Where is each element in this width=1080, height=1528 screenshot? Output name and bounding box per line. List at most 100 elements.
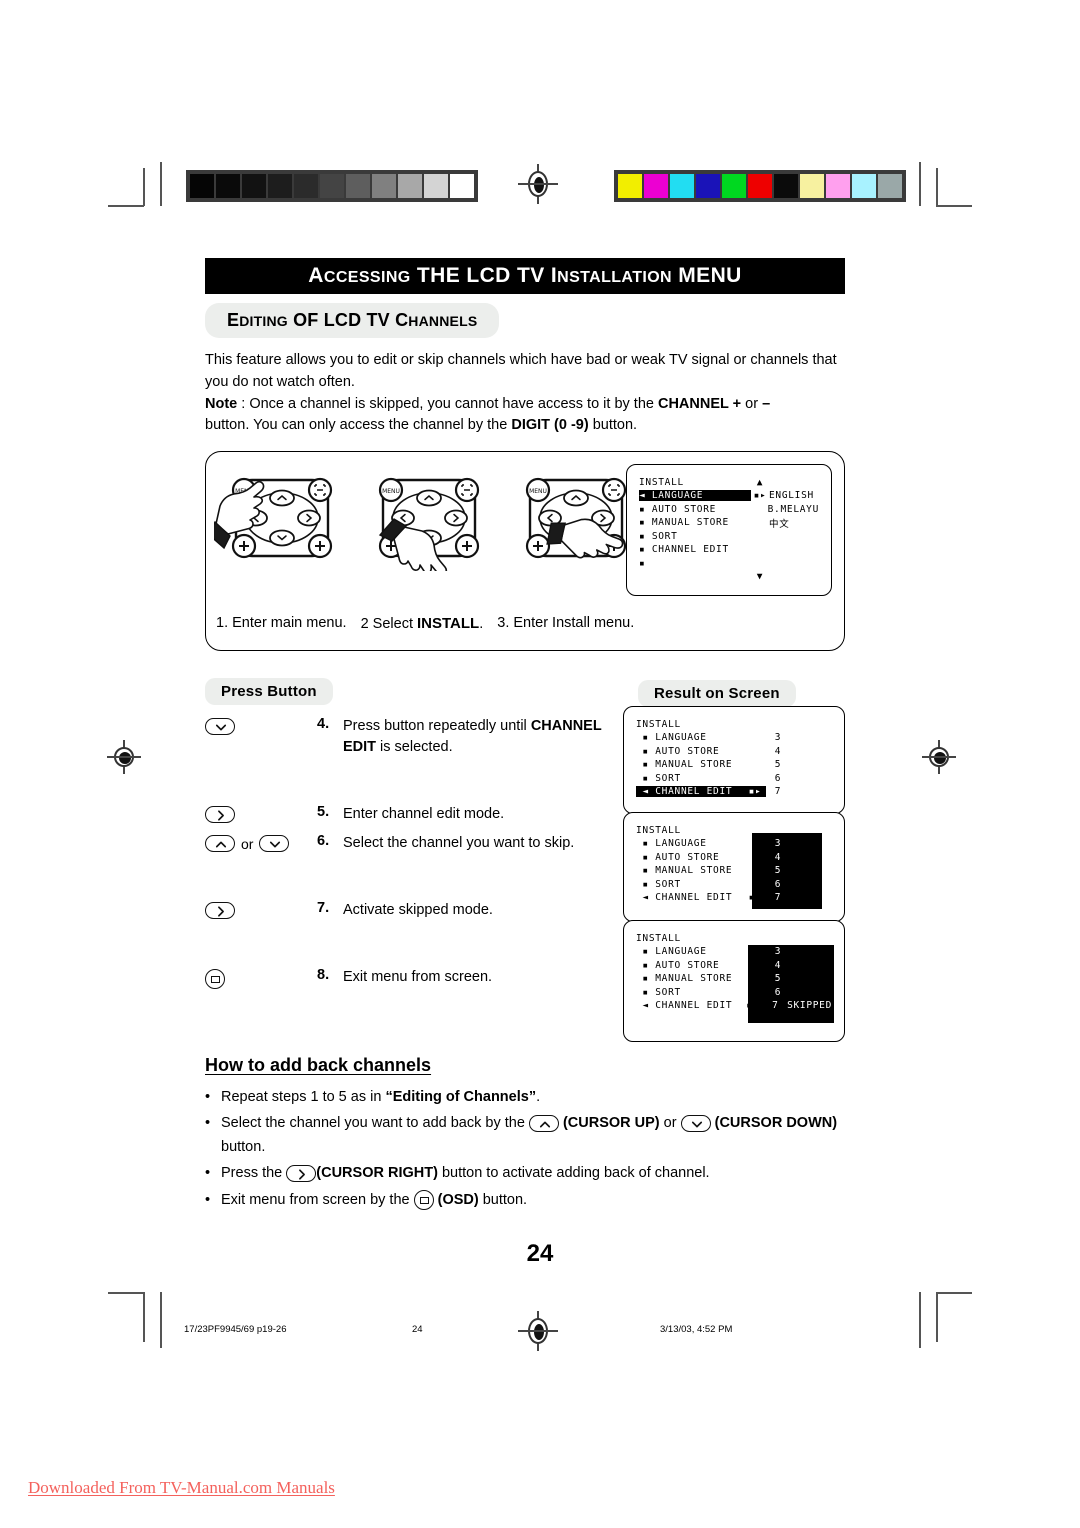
section-heading-text: EDITING OF LCD TV CHANNELS: [227, 310, 478, 330]
chevron-up-icon[interactable]: [205, 835, 235, 853]
osd-row-number: 7: [772, 1000, 779, 1012]
osd-row[interactable]: ◄ CHANNEL EDIT ▪▸ 7 SKIPPED: [636, 999, 832, 1013]
osd-row[interactable]: ▪ MANUAL STORE 5: [636, 972, 832, 986]
osd-row[interactable]: ▪ SORT 6: [636, 878, 832, 892]
add-back-bullet: • Select the channel you want to add back…: [205, 1112, 845, 1159]
osd-row[interactable]: ▪ AUTO STORE B.MELAYU: [639, 503, 819, 517]
caption-step-3: 3. Enter Install menu.: [497, 615, 635, 631]
result-on-screen-header-text: Result on Screen: [654, 685, 780, 702]
add-back-section: How to add back channels • Repeat steps 1…: [205, 1055, 845, 1215]
color-swatch: [644, 174, 668, 198]
osd-row[interactable]: ▪ MANUAL STORE 5: [636, 864, 832, 878]
osd-row[interactable]: ▪ MANUAL STORE 中文: [639, 516, 819, 530]
osd-row[interactable]: ▪ AUTO STORE 4: [636, 851, 832, 865]
osd-row-marker: ▪: [642, 946, 649, 958]
osd-row[interactable]: ▪ LANGUAGE 3: [636, 837, 832, 851]
page-title: ACCESSING THE LCD TV INSTALLATION MENU: [205, 258, 845, 294]
step-item: or 6. Select the channel you want to skip.: [205, 833, 625, 854]
grayscale-swatch: [450, 174, 474, 198]
osd-row[interactable]: ▪ MANUAL STORE 5: [636, 758, 832, 772]
step-item: 5. Enter channel edit mode.: [205, 804, 625, 825]
osd-row-label: ▪ AUTO STORE: [642, 745, 720, 757]
add-back-heading: How to add back channels: [205, 1055, 432, 1075]
press-button-header-text: Press Button: [221, 683, 317, 700]
color-swatch: [696, 174, 720, 198]
chevron-right-icon[interactable]: [286, 1165, 317, 1183]
osd-row[interactable]: ▪ SORT: [639, 530, 819, 544]
osd-row-marker: ▪: [642, 745, 649, 757]
bullet-text: button to activate adding back of channe…: [437, 1165, 710, 1182]
osd-row-arrows: ▪▸: [744, 786, 766, 798]
crop-mark-tr2-v: [919, 162, 921, 206]
osd-row-value: B.MELAYU: [767, 503, 819, 515]
bullet-marker: •: [205, 1115, 211, 1132]
bullet-marker: •: [205, 1089, 211, 1105]
osd-row[interactable]: ◄ LANGUAGE ▪▸ ENGLISH: [639, 489, 819, 503]
osd-row-marker: ◄: [642, 1000, 649, 1012]
caption-step-2-post: .: [479, 616, 484, 632]
intro-paragraph: This feature allows you to edit or skip …: [205, 352, 837, 390]
osd-row-suffix: SKIPPED: [787, 1000, 832, 1012]
osd-icon[interactable]: [413, 1190, 434, 1211]
add-back-bullet: • Exit menu from screen by the (OSD) butt…: [205, 1189, 845, 1212]
osd-row-label: ▪ LANGUAGE: [642, 838, 707, 850]
osd-row[interactable]: ◄ CHANNEL EDIT ▪▸ 7: [636, 891, 832, 905]
chevron-down-icon[interactable]: [259, 835, 290, 853]
caption-step-1: 1. Enter main menu.: [216, 615, 347, 631]
bullet-text: Exit menu from screen by the: [221, 1191, 414, 1208]
bullet-text: button.: [478, 1191, 528, 1208]
osd-row[interactable]: ▪ SORT 6: [636, 986, 832, 1000]
svg-text:MENU: MENU: [382, 488, 400, 495]
grayscale-swatch: [268, 174, 292, 198]
note-line1-b: or: [741, 395, 763, 412]
osd-row-label: ▪ AUTO STORE: [639, 503, 717, 515]
bullet-bold-text: (CURSOR UP): [558, 1115, 660, 1132]
registration-mark-icon-left: [107, 740, 141, 774]
osd-row-label: ▪ MANUAL STORE: [642, 973, 733, 985]
grayscale-swatch: [190, 174, 214, 198]
caption-step-2: 2 Select INSTALL.: [361, 615, 484, 632]
osd-row-marker: ▪: [642, 838, 649, 850]
osd-row[interactable]: ▪ LANGUAGE 3: [636, 731, 832, 745]
note-line2-a: button. You can only access the channel …: [205, 417, 512, 434]
osd-row-arrows: ▪▸: [748, 892, 762, 904]
osd-row[interactable]: ▪ SORT 6: [636, 772, 832, 786]
chevron-right-icon[interactable]: [205, 806, 235, 824]
grayscale-swatch: [398, 174, 422, 198]
steps-1-3-panel: MENUMENUMENU INSTALL▲◄ LANGUAGE▪▸ENGLISH…: [205, 451, 845, 651]
chevron-down-icon[interactable]: [205, 718, 235, 735]
osd-title: INSTALL: [636, 932, 681, 944]
osd-row-marker: ▪: [642, 865, 649, 877]
grayscale-swatch: [424, 174, 448, 198]
osd-row-value: 中文: [769, 518, 790, 530]
svg-text:MENU: MENU: [529, 488, 547, 495]
chevron-down-icon[interactable]: [680, 1115, 711, 1133]
step-button-column: [205, 804, 317, 824]
note-channel: CHANNEL +: [657, 395, 742, 412]
chevron-up-icon[interactable]: [528, 1115, 559, 1133]
step-text-bold: CHANNEL EDIT: [343, 718, 602, 756]
osd-row-label: ▪: [639, 558, 751, 569]
chevron-right-icon[interactable]: [205, 902, 235, 920]
osd-row[interactable]: ▪: [639, 557, 819, 571]
osd-row-marker: ◄: [639, 490, 646, 502]
osd-row[interactable]: ◄ CHANNEL EDIT ▪▸ 7: [636, 785, 832, 799]
osd-row[interactable]: ▪ LANGUAGE 3: [636, 945, 832, 959]
osd-row[interactable]: ▪ CHANNEL EDIT: [639, 543, 819, 557]
osd-row[interactable]: ▪ AUTO STORE 4: [636, 745, 832, 759]
crop-mark-br-h: [936, 1292, 972, 1294]
add-back-bullet: • Press the (CURSOR RIGHT) button to acti…: [205, 1162, 845, 1185]
footer-file-ref: 17/23PF9945/69 p19-26: [184, 1324, 287, 1335]
step-item: 7. Activate skipped mode.: [205, 900, 625, 921]
osd-row-label: ◄ CHANNEL EDIT: [642, 1000, 733, 1012]
bullet-text: button.: [221, 1138, 266, 1155]
crop-mark-tl2-v: [160, 162, 162, 206]
osd-row[interactable]: ▪ AUTO STORE 4: [636, 959, 832, 973]
grayscale-calibration-bar: [186, 170, 478, 202]
osd-row-marker: ▪: [639, 517, 646, 529]
osd-row-marker: ▪: [642, 986, 649, 998]
step-button-column: [205, 967, 317, 990]
osd-icon[interactable]: [205, 969, 225, 990]
step-number: 5.: [317, 804, 330, 821]
color-swatch: [774, 174, 798, 198]
